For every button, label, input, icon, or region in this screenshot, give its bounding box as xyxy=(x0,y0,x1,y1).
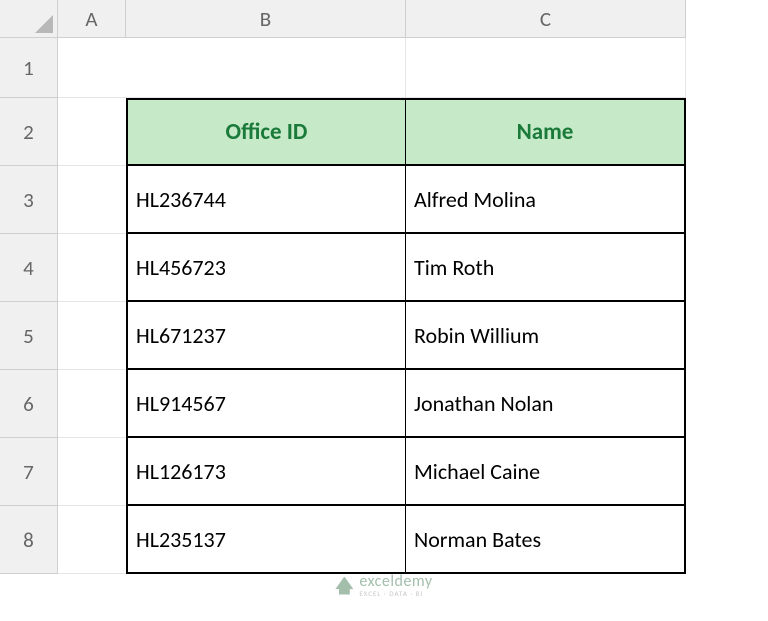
row-header-3[interactable]: 3 xyxy=(0,166,58,234)
watermark: exceldemy EXCEL · DATA · BI xyxy=(335,574,432,597)
exceldemy-logo-icon xyxy=(335,577,353,595)
table-row[interactable]: Tim Roth xyxy=(406,234,686,302)
cell-a4[interactable] xyxy=(58,234,126,302)
watermark-tagline: EXCEL · DATA · BI xyxy=(359,590,432,597)
row-header-7[interactable]: 7 xyxy=(0,438,58,506)
row-header-6[interactable]: 6 xyxy=(0,370,58,438)
row-header-5[interactable]: 5 xyxy=(0,302,58,370)
spreadsheet-grid: A B C 1 2 Office ID Name 3 HL236744 Alfr… xyxy=(0,0,768,574)
table-row[interactable]: Michael Caine xyxy=(406,438,686,506)
cell-c1[interactable] xyxy=(406,38,686,98)
table-header-office-id[interactable]: Office ID xyxy=(126,98,406,166)
row-header-1[interactable]: 1 xyxy=(0,38,58,98)
cell-a7[interactable] xyxy=(58,438,126,506)
table-row[interactable]: HL236744 xyxy=(126,166,406,234)
cell-a6[interactable] xyxy=(58,370,126,438)
table-header-name[interactable]: Name xyxy=(406,98,686,166)
watermark-brand: exceldemy xyxy=(359,574,432,590)
table-row[interactable]: HL671237 xyxy=(126,302,406,370)
table-row[interactable]: Robin Willium xyxy=(406,302,686,370)
cell-b1[interactable] xyxy=(126,38,406,98)
row-header-4[interactable]: 4 xyxy=(0,234,58,302)
table-row[interactable]: HL914567 xyxy=(126,370,406,438)
watermark-text: exceldemy EXCEL · DATA · BI xyxy=(359,574,432,597)
row-header-2[interactable]: 2 xyxy=(0,98,58,166)
cell-a5[interactable] xyxy=(58,302,126,370)
col-header-c[interactable]: C xyxy=(406,0,686,38)
table-row[interactable]: HL126173 xyxy=(126,438,406,506)
table-row[interactable]: HL456723 xyxy=(126,234,406,302)
select-all-corner[interactable] xyxy=(0,0,58,38)
table-row[interactable]: Norman Bates xyxy=(406,506,686,574)
row-header-8[interactable]: 8 xyxy=(0,506,58,574)
col-header-a[interactable]: A xyxy=(58,0,126,38)
table-row[interactable]: Alfred Molina xyxy=(406,166,686,234)
cell-a1[interactable] xyxy=(58,38,126,98)
table-row[interactable]: Jonathan Nolan xyxy=(406,370,686,438)
cell-a3[interactable] xyxy=(58,166,126,234)
col-header-b[interactable]: B xyxy=(126,0,406,38)
table-row[interactable]: HL235137 xyxy=(126,506,406,574)
cell-a8[interactable] xyxy=(58,506,126,574)
cell-a2[interactable] xyxy=(58,98,126,166)
